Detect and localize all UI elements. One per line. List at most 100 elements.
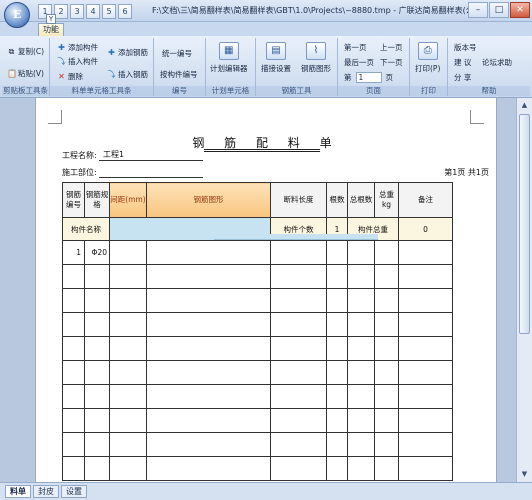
table-cell[interactable] <box>326 432 348 457</box>
table-cell[interactable] <box>326 312 348 337</box>
table-cell[interactable] <box>84 336 110 361</box>
table-cell[interactable] <box>398 336 453 361</box>
inspect-settings-button[interactable]: ▤ 描接设置 <box>261 42 291 74</box>
row-number-cell[interactable]: 1 <box>62 240 85 265</box>
table-cell[interactable] <box>109 456 147 481</box>
table-cell[interactable] <box>398 240 453 265</box>
table-row[interactable] <box>62 432 453 457</box>
calc-editor-button[interactable]: ▦ 计划编辑器 <box>210 42 248 74</box>
table-cell[interactable] <box>109 336 147 361</box>
table-cell[interactable] <box>62 408 85 433</box>
table-cell[interactable] <box>347 456 375 481</box>
table-cell[interactable] <box>374 432 399 457</box>
table-cell[interactable] <box>347 312 375 337</box>
prev-page-button[interactable]: 上一页 <box>380 42 403 53</box>
maximize-button[interactable]: □ <box>489 2 509 18</box>
rebar-shape-button[interactable]: ⌇ 钢筋图形 <box>301 42 331 74</box>
table-row[interactable] <box>62 408 453 433</box>
next-page-button[interactable]: 下一页 <box>380 57 403 68</box>
table-cell[interactable] <box>347 408 375 433</box>
table-cell[interactable] <box>146 360 271 385</box>
table-cell[interactable] <box>84 384 110 409</box>
table-cell[interactable] <box>326 384 348 409</box>
table-cell[interactable] <box>270 432 327 457</box>
table-cell[interactable] <box>109 240 147 265</box>
paste-button[interactable]: 📋 粘贴(V) <box>7 68 44 79</box>
table-cell[interactable] <box>398 456 453 481</box>
page-number-input[interactable]: 1 <box>355 72 382 83</box>
tab-material-list[interactable]: 料单 <box>5 485 31 498</box>
table-cell[interactable] <box>84 408 110 433</box>
forum-button[interactable]: 论坛求助 <box>482 57 512 68</box>
table-cell[interactable] <box>270 384 327 409</box>
table-cell[interactable] <box>347 384 375 409</box>
insert-component-button[interactable]: ⤵ 插入构件 <box>57 56 99 67</box>
table-cell[interactable] <box>326 264 348 289</box>
table-cell[interactable] <box>398 264 453 289</box>
table-cell[interactable] <box>374 264 399 289</box>
table-cell[interactable] <box>347 264 375 289</box>
first-page-button[interactable]: 第一页 <box>344 42 367 53</box>
table-cell[interactable] <box>374 408 399 433</box>
quick-access-button-5[interactable]: 5 <box>102 4 116 19</box>
table-cell[interactable] <box>398 384 453 409</box>
table-cell[interactable] <box>374 360 399 385</box>
table-cell[interactable] <box>109 384 147 409</box>
table-cell[interactable] <box>109 288 147 313</box>
quick-access-button-3[interactable]: 3 <box>70 4 84 19</box>
table-cell[interactable] <box>347 336 375 361</box>
table-cell[interactable] <box>326 408 348 433</box>
table-cell[interactable] <box>62 264 85 289</box>
copy-button[interactable]: ⧉ 复制(C) <box>7 46 44 57</box>
table-cell[interactable] <box>374 288 399 313</box>
scroll-down-icon[interactable]: ▼ <box>519 469 530 480</box>
tab-cover[interactable]: 封皮 <box>33 485 59 498</box>
table-cell[interactable] <box>109 408 147 433</box>
table-cell[interactable] <box>326 288 348 313</box>
table-cell[interactable] <box>326 240 348 265</box>
table-cell[interactable] <box>146 312 271 337</box>
add-component-button[interactable]: ✚ 添加构件 <box>57 42 98 53</box>
minimize-button[interactable]: – <box>468 2 488 18</box>
table-cell[interactable] <box>62 456 85 481</box>
table-cell[interactable] <box>326 336 348 361</box>
table-cell[interactable] <box>146 264 271 289</box>
table-cell[interactable] <box>326 456 348 481</box>
table-cell[interactable] <box>109 312 147 337</box>
table-cell[interactable] <box>146 408 271 433</box>
table-cell[interactable] <box>109 360 147 385</box>
insert-rebar-button[interactable]: ⤵ 插入钢筋 <box>107 69 149 80</box>
scroll-up-icon[interactable]: ▲ <box>519 100 530 111</box>
table-cell[interactable] <box>62 288 85 313</box>
application-menu-button[interactable]: E <box>4 2 30 28</box>
tab-functions[interactable]: 功能 <box>38 23 64 36</box>
project-name-value[interactable]: 工程1 <box>103 149 124 160</box>
table-cell[interactable] <box>347 240 375 265</box>
quick-access-button-4[interactable]: 4 <box>86 4 100 19</box>
table-cell[interactable] <box>146 288 271 313</box>
table-cell[interactable] <box>84 264 110 289</box>
table-cell[interactable] <box>270 456 327 481</box>
print-button[interactable]: ⎙ 打印(P) <box>415 42 440 74</box>
table-cell[interactable] <box>374 312 399 337</box>
version-button[interactable]: 版本号 <box>454 42 477 53</box>
add-rebar-button[interactable]: ✚ 添加钢筋 <box>107 47 148 58</box>
table-row[interactable] <box>62 384 453 409</box>
table-cell[interactable] <box>374 240 399 265</box>
table-cell[interactable] <box>347 360 375 385</box>
table-row[interactable] <box>62 360 453 385</box>
table-row[interactable] <box>62 456 453 481</box>
table-cell[interactable] <box>84 456 110 481</box>
table-cell[interactable] <box>146 384 271 409</box>
table-cell[interactable] <box>374 336 399 361</box>
quick-access-button-6[interactable]: 6 <box>118 4 132 19</box>
share-button[interactable]: 分 享 <box>454 72 471 83</box>
tab-settings[interactable]: 设置 <box>61 485 87 498</box>
table-row[interactable] <box>62 312 453 337</box>
suggest-button[interactable]: 建 议 <box>454 57 471 68</box>
number-by-component-button[interactable]: 按构件编号 <box>160 69 198 80</box>
table-row[interactable] <box>62 264 453 289</box>
close-button[interactable]: ✕ <box>510 2 530 18</box>
table-cell[interactable] <box>62 312 85 337</box>
table-cell[interactable] <box>270 336 327 361</box>
